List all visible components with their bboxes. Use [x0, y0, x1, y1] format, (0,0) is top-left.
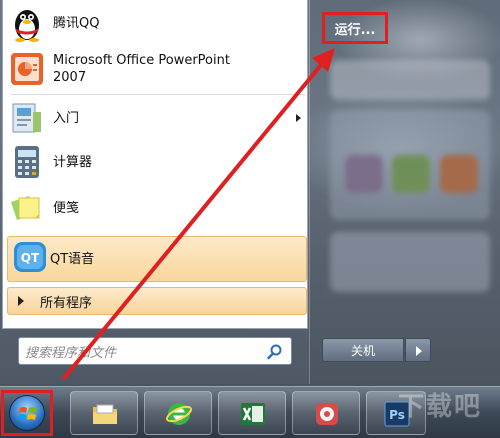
taskbar-media-app[interactable]	[292, 391, 360, 435]
menu-item-qq[interactable]: 腾讯QQ	[7, 2, 305, 44]
programs-pane: 腾讯QQ Microsoft Office PowerPoint 2007 入门…	[2, 0, 308, 329]
getting-started-icon	[7, 98, 47, 138]
start-menu: 腾讯QQ Microsoft Office PowerPoint 2007 入门…	[0, 0, 310, 384]
menu-item-label: 入门	[53, 110, 80, 126]
menu-item-powerpoint[interactable]: Microsoft Office PowerPoint 2007	[7, 46, 305, 92]
all-programs-label: 所有程序	[40, 295, 93, 311]
menu-item-label: QT语音	[50, 251, 95, 267]
powerpoint-icon	[7, 49, 47, 89]
pinned-separator	[11, 94, 305, 95]
menu-item-label: 腾讯QQ	[53, 15, 100, 31]
menu-item-getting-started[interactable]: 入门	[7, 97, 305, 139]
all-programs-button[interactable]: 所有程序	[7, 287, 307, 315]
media-app-icon	[313, 400, 341, 428]
menu-item-calculator[interactable]: 计算器	[7, 141, 305, 183]
search-input[interactable]: 搜索程序和文件	[18, 337, 292, 365]
menu-item-label: 便笺	[53, 200, 80, 216]
shutdown-label: 关机	[350, 343, 375, 358]
taskbar-browser[interactable]	[144, 391, 212, 435]
excel-icon	[239, 400, 267, 428]
submenu-arrow-icon[interactable]	[296, 114, 301, 122]
windows-logo-icon	[9, 395, 45, 431]
qq-penguin-icon	[7, 3, 47, 43]
menu-item-label: 计算器	[53, 154, 93, 170]
start-button[interactable]	[1, 390, 53, 436]
menu-item-sticky-notes[interactable]: 便笺	[7, 187, 305, 229]
run-menu-item[interactable]: 运行...	[322, 12, 388, 44]
ie-browser-icon	[165, 400, 193, 428]
watermark-text: 下载吧	[398, 392, 483, 422]
shutdown-options-arrow-icon[interactable]	[405, 338, 431, 362]
svg-text:QT: QT	[21, 251, 40, 265]
qt-voice-icon: QT	[10, 237, 50, 281]
calculator-icon	[7, 142, 47, 182]
menu-item-label: Microsoft Office PowerPoint 2007	[53, 53, 230, 85]
expand-arrow-icon	[18, 296, 24, 306]
search-placeholder: 搜索程序和文件	[25, 345, 117, 361]
shutdown-button[interactable]: 关机	[322, 338, 404, 362]
taskbar-file-explorer[interactable]	[70, 391, 138, 435]
search-icon[interactable]	[267, 344, 283, 360]
menu-item-qt-voice[interactable]: QT QT语音	[7, 236, 307, 282]
file-explorer-icon	[91, 400, 119, 428]
sticky-notes-icon	[7, 188, 47, 228]
run-label: 运行...	[334, 22, 376, 38]
taskbar-excel[interactable]	[218, 391, 286, 435]
